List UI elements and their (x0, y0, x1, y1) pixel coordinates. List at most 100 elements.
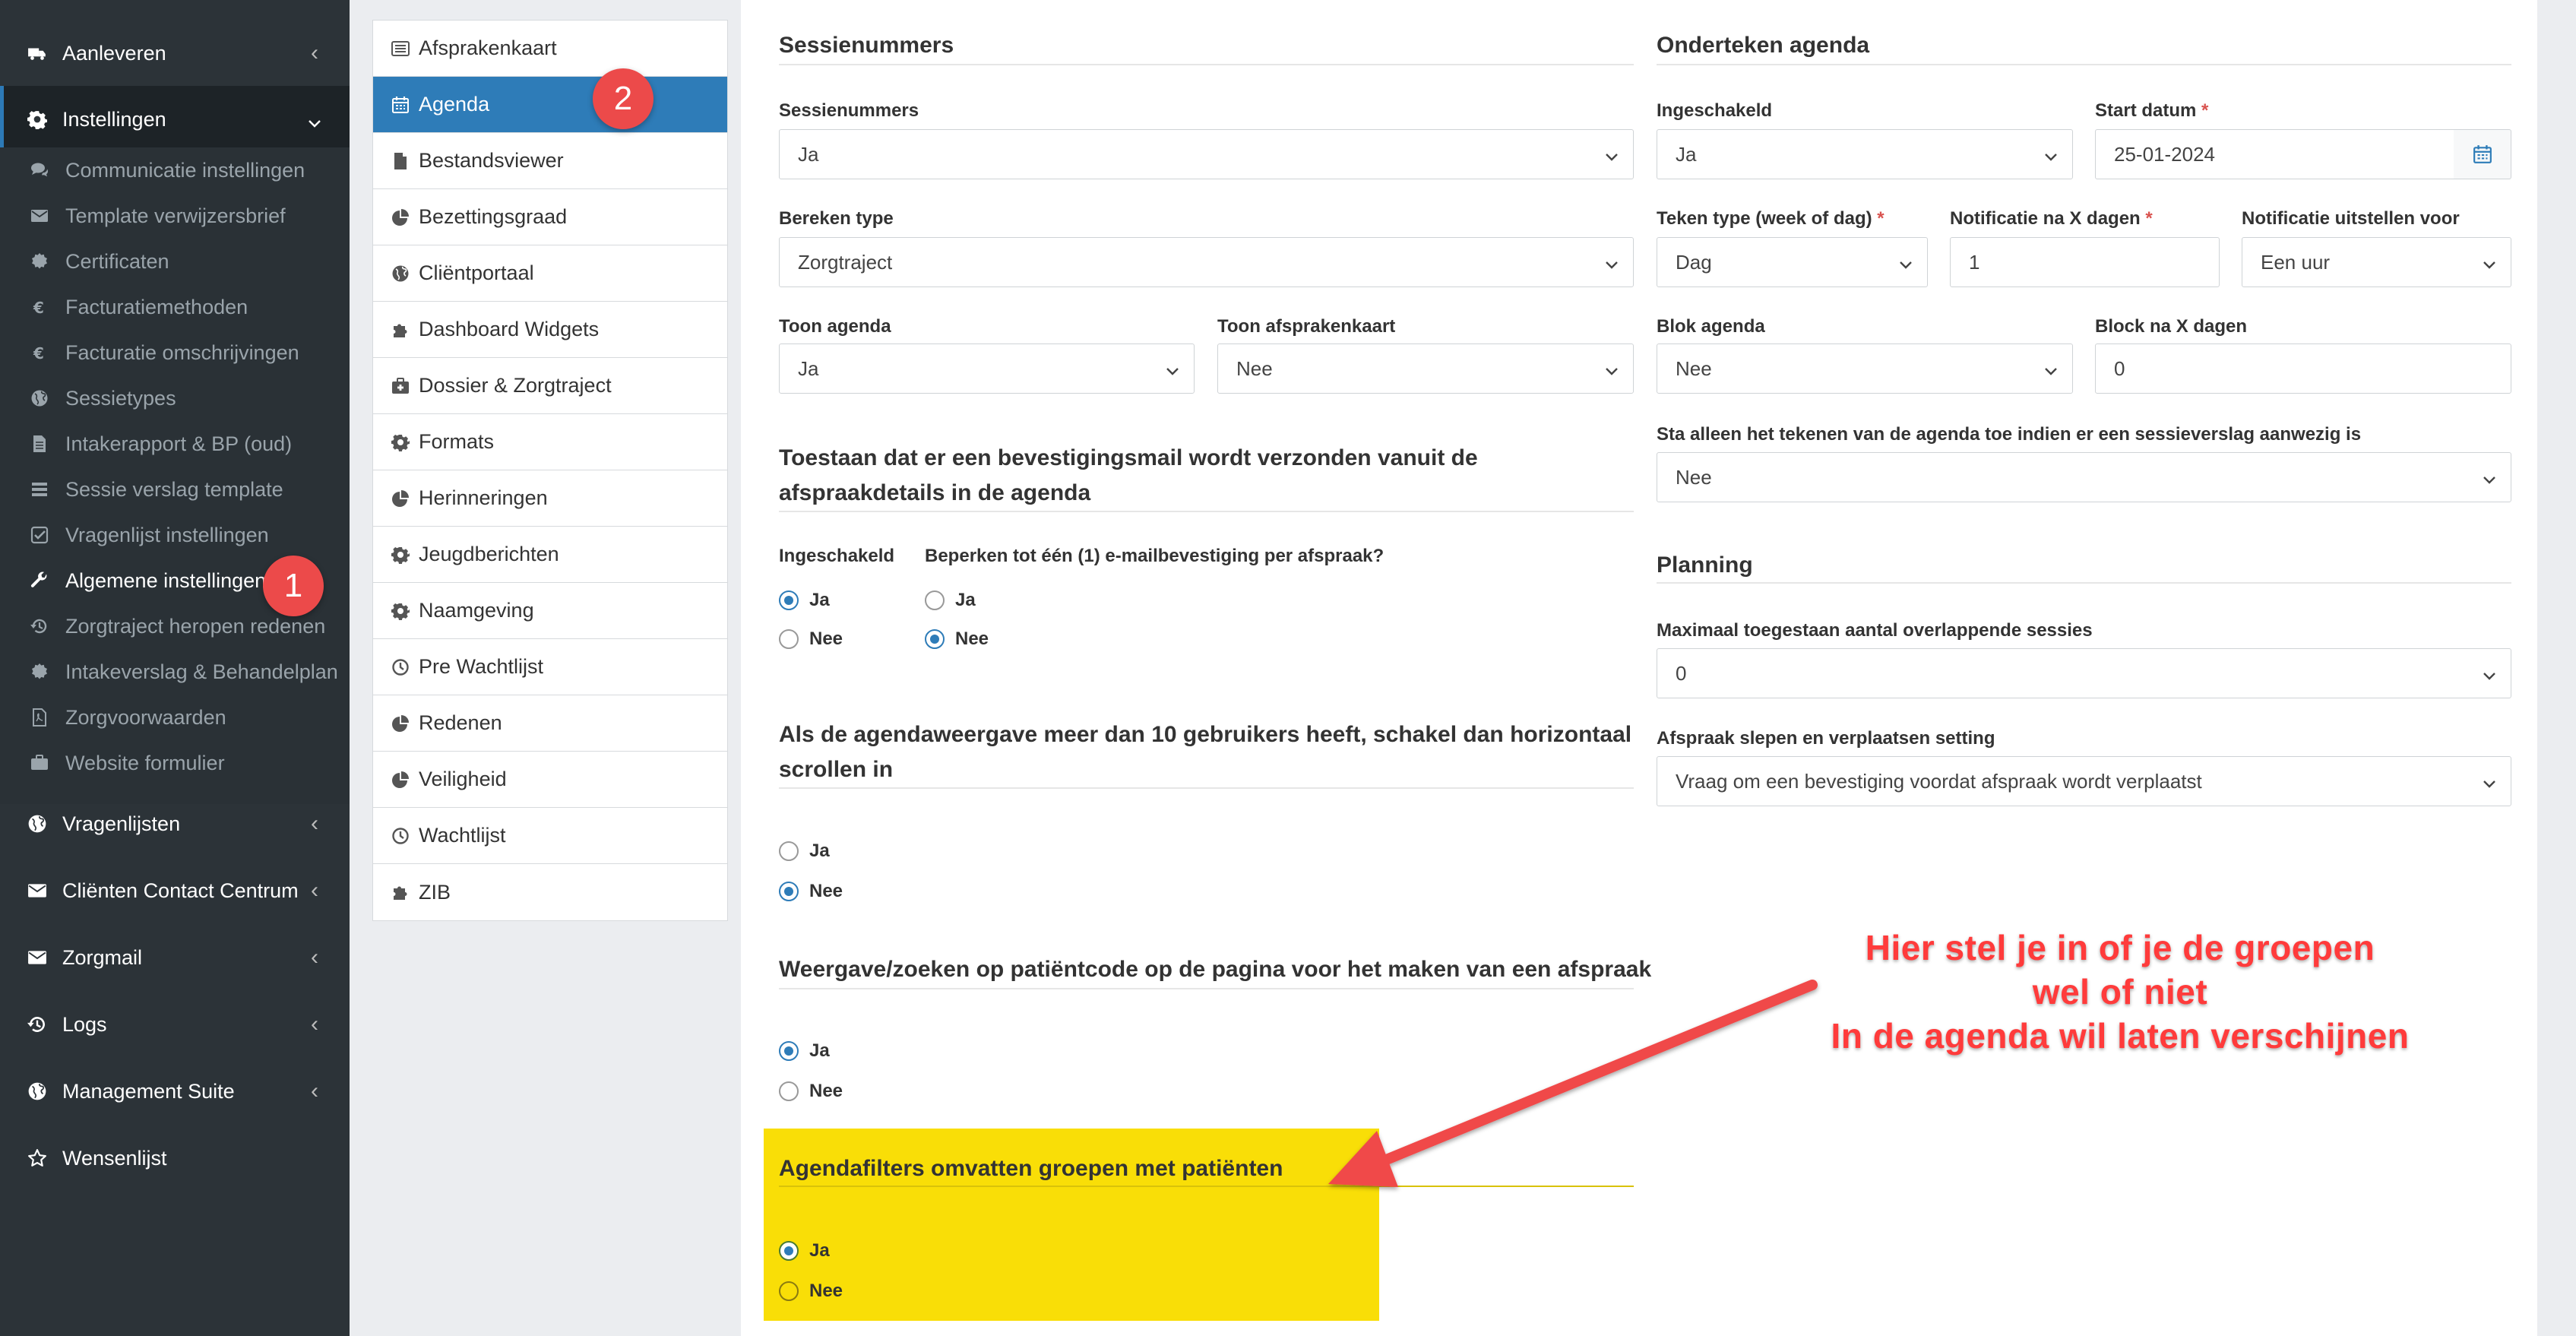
settings-item-zib[interactable]: ZIB (373, 864, 727, 920)
nav-label: Cliënten Contact Centrum (62, 879, 299, 902)
divider (779, 988, 1634, 989)
label-notificatie-uitstellen: Notificatie uitstellen voor (2242, 208, 2460, 229)
section-title-horizontaal-scrollen: Als de agendaweergave meer dan 10 gebrui… (779, 722, 1632, 782)
nav-logs[interactable]: Logs ‹ (0, 991, 350, 1058)
nav-aanleveren[interactable]: Aanleveren ‹ (0, 20, 350, 87)
sidebar-item-label: Website formulier (65, 751, 225, 774)
select-afspraak-slepen[interactable]: Vraag om een bevestiging voordat afspraa… (1657, 756, 2511, 806)
sidebar-item-intakerapport[interactable]: Intakerapport & BP (oud) (0, 421, 350, 467)
settings-item-label: Jeugdberichten (419, 543, 559, 565)
envelope-icon (27, 948, 47, 967)
section-title-bevestigingsmail: Toestaan dat er een bevestigingsmail wor… (779, 445, 1478, 505)
label-text: Start datum (2095, 100, 2197, 121)
input-notificatie-dagen[interactable]: 1 (1950, 237, 2220, 287)
settings-item-bezettingsgraad[interactable]: Bezettingsgraad (373, 189, 727, 245)
radio-button[interactable] (779, 882, 799, 901)
settings-item-clientportaal[interactable]: Cliëntportaal (373, 245, 727, 302)
nav-wensenlijst[interactable]: Wensenlijst (0, 1125, 350, 1192)
radio-button[interactable] (779, 629, 799, 649)
radio-beperken-ja[interactable]: Ja (925, 590, 976, 611)
settings-item-agenda[interactable]: Agenda (373, 77, 727, 133)
label-afspraak-slepen: Afspraak slepen en verplaatsen setting (1657, 728, 1995, 749)
label-toon-agenda: Toon agenda (779, 316, 891, 337)
radio-button[interactable] (779, 1041, 799, 1061)
radio-patient-nee[interactable]: Nee (779, 1081, 843, 1102)
input-start-datum[interactable]: 25-01-2024 (2095, 129, 2454, 179)
sidebar-item-communicatie[interactable]: Communicatie instellingen (0, 147, 350, 193)
radio-beperken-nee[interactable]: Nee (925, 628, 989, 650)
sidebar-item-facturatie-omschrijvingen[interactable]: Facturatie omschrijvingen (0, 330, 350, 375)
select-toon-agenda[interactable]: Ja (779, 343, 1195, 394)
radio-scroll-nee[interactable]: Nee (779, 881, 843, 902)
radio-scroll-ja[interactable]: Ja (779, 841, 830, 862)
sidebar-item-certificaten[interactable]: Certificaten (0, 239, 350, 284)
radio-button[interactable] (779, 1081, 799, 1101)
radio-mail-ja[interactable]: Ja (779, 590, 830, 611)
settings-item-afsprakenkaart[interactable]: Afsprakenkaart (373, 21, 727, 77)
select-ingeschakeld[interactable]: Ja (1657, 129, 2073, 179)
chevron-down-icon (1165, 361, 1180, 376)
select-max-overlappend[interactable]: 0 (1657, 648, 2511, 698)
radio-button[interactable] (925, 629, 945, 649)
callout-text: Hier stel je in of je de groepen wel of … (1816, 926, 2424, 1058)
calendar-button[interactable] (2454, 129, 2511, 179)
settings-item-dashboard-widgets[interactable]: Dashboard Widgets (373, 302, 727, 358)
sidebar-item-label: Sessie verslag template (65, 477, 283, 501)
briefcase-icon (30, 754, 49, 772)
euro-icon (30, 343, 49, 362)
sidebar-item-website-formulier[interactable]: Website formulier (0, 740, 350, 786)
sidebar-item-vragenlijst-instellingen[interactable]: Vragenlijst instellingen (0, 512, 350, 558)
radio-button[interactable] (779, 590, 799, 610)
nav-zorgmail[interactable]: Zorgmail ‹ (0, 924, 350, 991)
radio-patient-ja[interactable]: Ja (779, 1040, 830, 1062)
nav-instellingen[interactable]: Instellingen (0, 86, 350, 153)
label-beperken: Beperken tot één (1) e-mailbevestiging p… (925, 546, 1385, 566)
radio-button[interactable] (779, 1281, 799, 1301)
nav-clienten-contact-centrum[interactable]: Cliënten Contact Centrum ‹ (0, 857, 350, 924)
select-value: Ja (798, 142, 819, 166)
sidebar-item-intakeverslag[interactable]: Intakeverslag & Behandelplan (0, 649, 350, 695)
settings-item-redenen[interactable]: Redenen (373, 695, 727, 752)
sidebar-item-label: Facturatie omschrijvingen (65, 340, 299, 364)
settings-item-dossier-zorgtraject[interactable]: Dossier & Zorgtraject (373, 358, 727, 414)
settings-item-naamgeving[interactable]: Naamgeving (373, 583, 727, 639)
radio-filters-nee[interactable]: Nee (779, 1281, 843, 1302)
input-block-dagen[interactable]: 0 (2095, 343, 2511, 394)
radio-button[interactable] (779, 1241, 799, 1261)
radio-filters-ja[interactable]: Ja (779, 1240, 830, 1262)
globe-icon (391, 264, 410, 283)
settings-item-wachtlijst[interactable]: Wachtlijst (373, 808, 727, 864)
globe-icon (27, 814, 47, 834)
select-sta-alleen[interactable]: Nee (1657, 452, 2511, 502)
sidebar-item-template-verwijzersbrief[interactable]: Template verwijzersbrief (0, 193, 350, 239)
settings-item-pre-wachtlijst[interactable]: Pre Wachtlijst (373, 639, 727, 695)
select-notificatie-uitstellen[interactable]: Een uur (2242, 237, 2511, 287)
select-bereken-type[interactable]: Zorgtraject (779, 237, 1634, 287)
select-blok-agenda[interactable]: Nee (1657, 343, 2073, 394)
settings-item-label: Bezettingsgraad (419, 205, 568, 228)
divider (779, 1186, 1634, 1187)
settings-item-bestandsviewer[interactable]: Bestandsviewer (373, 133, 727, 189)
settings-item-veiligheid[interactable]: Veiligheid (373, 752, 727, 808)
radio-label: Ja (809, 1040, 830, 1061)
sidebar-item-sessie-verslag-template[interactable]: Sessie verslag template (0, 467, 350, 512)
label-text: Teken type (week of dag) (1657, 208, 1872, 229)
select-value: Een uur (2261, 250, 2331, 274)
sidebar-item-facturatiemethoden[interactable]: Facturatiemethoden (0, 284, 350, 330)
radio-label: Nee (809, 881, 843, 901)
select-teken-type[interactable]: Dag (1657, 237, 1928, 287)
nav-management-suite[interactable]: Management Suite ‹ (0, 1058, 350, 1125)
radio-mail-nee[interactable]: Nee (779, 628, 843, 650)
nav-label: Aanleveren (62, 41, 166, 65)
nav-vragenlijsten[interactable]: Vragenlijsten ‹ (0, 790, 350, 857)
settings-item-jeugdberichten[interactable]: Jeugdberichten (373, 527, 727, 583)
settings-item-formats[interactable]: Formats (373, 414, 727, 470)
sidebar-item-zorgvoorwaarden[interactable]: Zorgvoorwaarden (0, 695, 350, 740)
select-sessienummers[interactable]: Ja (779, 129, 1634, 179)
radio-button[interactable] (925, 590, 945, 610)
select-value: Ja (798, 356, 819, 380)
settings-item-herinneringen[interactable]: Herinneringen (373, 470, 727, 527)
select-toon-afsprakenkaart[interactable]: Nee (1217, 343, 1634, 394)
sidebar-item-sessietypes[interactable]: Sessietypes (0, 375, 350, 421)
radio-button[interactable] (779, 841, 799, 861)
